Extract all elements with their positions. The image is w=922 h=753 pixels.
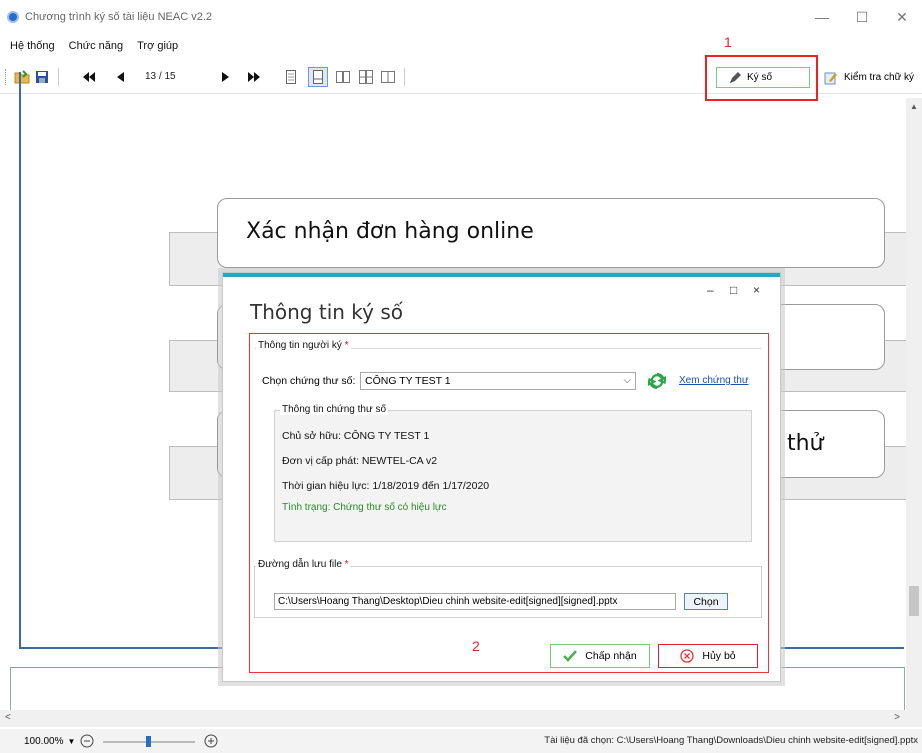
chevron-down-icon: ⌵ (623, 375, 631, 386)
cert-issuer: Đơn vị cấp phát: NEWTEL-CA v2 (282, 455, 438, 467)
horizontal-scrollbar[interactable]: < > (0, 710, 922, 727)
minimize-button[interactable]: — (802, 0, 842, 34)
zoom-out-icon[interactable] (80, 734, 94, 748)
window-title: Chương trình ký số tài liệu NEAC v2.2 (25, 11, 212, 23)
menu-help[interactable]: Trợ giúp (137, 40, 178, 52)
refresh-icon[interactable] (648, 372, 666, 390)
dialog-title: Thông tin ký số (250, 300, 404, 324)
toolbar-grip[interactable] (5, 69, 8, 85)
zoom-slider-thumb[interactable] (146, 736, 151, 747)
dialog-minimize-button[interactable]: – (707, 283, 714, 297)
cert-status: Tình trạng: Chứng thư số có hiệu lực (282, 502, 447, 513)
choose-path-button[interactable]: Chọn (684, 593, 728, 610)
menu-bar: Hệ thống Chức năng Trợ giúp (0, 36, 922, 56)
dialog-maximize-button[interactable]: □ (730, 283, 737, 297)
dialog-accent-bar (223, 273, 780, 277)
window-controls: — ☐ ✕ (802, 0, 922, 34)
app-logo-icon (7, 11, 19, 23)
vertical-scrollbar[interactable]: ▲ (906, 98, 922, 718)
view-cert-link[interactable]: Xem chứng thư (679, 375, 749, 386)
menu-functions[interactable]: Chức năng (69, 40, 123, 52)
slide-heading: Xác nhận đơn hàng online (246, 219, 534, 244)
accept-button[interactable]: Chấp nhận (550, 644, 650, 668)
cancel-button[interactable]: Hủy bỏ (658, 644, 758, 668)
save-path-input[interactable]: C:\Users\Hoang Thang\Desktop\Dieu chinh … (274, 593, 676, 610)
signer-group-label: Thông tin người ký * (256, 340, 351, 351)
scroll-left-icon[interactable]: < (5, 712, 11, 723)
close-button[interactable]: ✕ (882, 0, 922, 34)
zoom-in-icon[interactable] (204, 734, 218, 748)
zoom-level[interactable]: 100.00% (24, 736, 63, 747)
slide-heading-box: Xác nhận đơn hàng online (217, 198, 885, 268)
dialog-close-button[interactable]: × (753, 283, 760, 297)
check-icon (563, 650, 578, 662)
annotation-step-1: 1 (724, 34, 732, 50)
title-bar: Chương trình ký số tài liệu NEAC v2.2 — … (0, 0, 922, 34)
dialog-content-frame: Thông tin người ký * Chọn chứng thư số: … (249, 333, 769, 673)
selected-file-path: Tài liệu đã chọn: C:\Users\Hoang Thang\D… (544, 735, 918, 746)
scroll-right-icon[interactable]: > (894, 712, 900, 723)
save-path-group (254, 566, 762, 618)
cert-info-group-label: Thông tin chứng thư số (280, 404, 389, 415)
cert-validity: Thời gian hiệu lực: 1/18/2019 đến 1/17/2… (282, 480, 490, 492)
vertical-scroll-thumb[interactable] (909, 586, 919, 616)
cert-select[interactable]: CÔNG TY TEST 1 ⌵ (360, 372, 636, 390)
sign-dialog: – □ × Thông tin ký số Thông tin người ký… (222, 272, 781, 682)
annotation-step-2: 2 (472, 638, 480, 654)
zoom-dropdown-icon[interactable]: ▼ (67, 737, 75, 746)
scroll-up-icon[interactable]: ▲ (910, 102, 918, 111)
menu-system[interactable]: Hệ thống (10, 40, 55, 52)
cert-owner: Chủ sở hữu: CÔNG TY TEST 1 (282, 430, 430, 442)
cancel-icon (680, 649, 695, 663)
save-path-group-label: Đường dẫn lưu file * (256, 559, 351, 570)
cert-select-value: CÔNG TY TEST 1 (365, 375, 451, 387)
cancel-button-label: Hủy bỏ (702, 650, 736, 662)
accept-button-label: Chấp nhận (585, 650, 637, 662)
maximize-button[interactable]: ☐ (842, 0, 882, 34)
cert-select-label: Chọn chứng thư số: (262, 375, 356, 387)
